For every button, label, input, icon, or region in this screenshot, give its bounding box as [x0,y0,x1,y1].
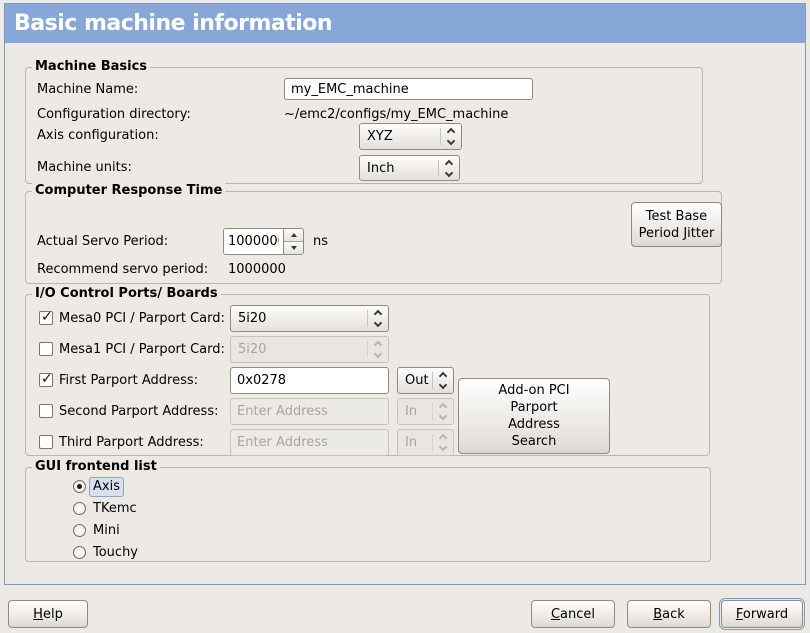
second-parport-address-input[interactable] [230,398,389,425]
triangle-up-icon [291,233,297,237]
mesa0-label: Mesa0 PCI / Parport Card: [59,305,225,332]
axis-configuration-label: Axis configuration: [37,128,159,144]
config-directory-value: ~/emc2/configs/my_EMC_machine [284,107,508,123]
mesa1-checkbox[interactable] [39,342,53,356]
radio-axis[interactable] [73,480,86,493]
first-parport-label: First Parport Address: [59,367,198,394]
radio-tkemc-label[interactable]: TKemc [89,499,141,519]
third-parport-address-input[interactable] [230,429,389,456]
machine-name-label: Machine Name: [37,82,138,98]
config-directory-label: Configuration directory: [37,107,191,123]
recommend-period-label: Recommend servo period: [37,262,208,278]
spin-up-button[interactable] [284,229,303,242]
mesa1-label: Mesa1 PCI / Parport Card: [59,336,225,363]
chevron-updown-icon [368,340,388,359]
chevron-updown-icon [368,309,388,328]
cancel-button[interactable]: Cancel [531,600,615,628]
mesa1-card-select[interactable]: 5i20 [230,336,389,363]
radio-touchy[interactable] [73,546,86,559]
radio-axis-label[interactable]: Axis [89,477,124,497]
machine-units-label: Machine units: [37,160,132,176]
page-title: Basic machine information [5,4,805,43]
servo-period-unit: ns [313,234,328,250]
servo-period-spinner[interactable] [223,228,304,255]
test-base-period-jitter-button[interactable]: Test Base Period Jitter [631,202,722,247]
help-button[interactable]: Help [8,600,88,628]
first-parport-direction-select[interactable]: Out [397,367,454,394]
addon-pci-parport-search-button[interactable]: Add-on PCI Parport Address Search [458,378,610,454]
mesa0-card-select[interactable]: 5i20 [230,305,389,332]
servo-period-input[interactable] [224,229,283,254]
radio-tkemc[interactable] [73,502,86,515]
back-button[interactable]: Back [627,600,711,628]
axis-configuration-select[interactable]: XYZ [359,123,462,150]
chevron-updown-icon [433,371,453,390]
stepconf-wizard-window: { "header": { "title": "Basic machine in… [0,0,810,633]
second-parport-direction-select[interactable]: In [397,398,454,425]
gui-frontend-legend: GUI frontend list [32,459,160,474]
chevron-updown-icon [433,402,453,421]
chevron-updown-icon [441,127,461,146]
radio-touchy-label[interactable]: Touchy [89,543,142,563]
third-parport-label: Third Parport Address: [59,429,204,456]
second-parport-label: Second Parport Address: [59,398,218,425]
content-panel: Basic machine information Machine Basics… [4,3,806,585]
machine-name-input[interactable] [284,78,533,100]
response-time-legend: Computer Response Time [32,183,225,198]
second-parport-checkbox[interactable] [39,404,53,418]
io-ports-section: I/O Control Ports/ Boards Mesa0 PCI / Pa… [25,294,710,456]
first-parport-address-input[interactable] [230,367,389,394]
forward-button[interactable]: Forward [721,600,803,628]
chevron-updown-icon [433,433,453,452]
radio-mini-label[interactable]: Mini [89,521,124,541]
recommend-period-value: 1000000 [228,262,286,278]
io-ports-legend: I/O Control Ports/ Boards [32,286,221,301]
first-parport-checkbox[interactable] [39,373,53,387]
spin-down-button[interactable] [284,242,303,254]
third-parport-direction-select[interactable]: In [397,429,454,456]
machine-basics-section: Machine Basics Machine Name: Configurati… [25,67,703,184]
servo-period-label: Actual Servo Period: [37,234,168,250]
radio-mini[interactable] [73,524,86,537]
third-parport-checkbox[interactable] [39,435,53,449]
triangle-down-icon [291,246,297,250]
response-time-section: Computer Response Time Test Base Period … [25,191,722,284]
machine-basics-legend: Machine Basics [32,59,150,74]
chevron-updown-icon [439,159,459,178]
gui-frontend-section: GUI frontend list Axis TKemc Mini Touchy [25,467,711,562]
machine-units-select[interactable]: Inch [359,155,460,181]
mesa0-checkbox[interactable] [39,311,53,325]
